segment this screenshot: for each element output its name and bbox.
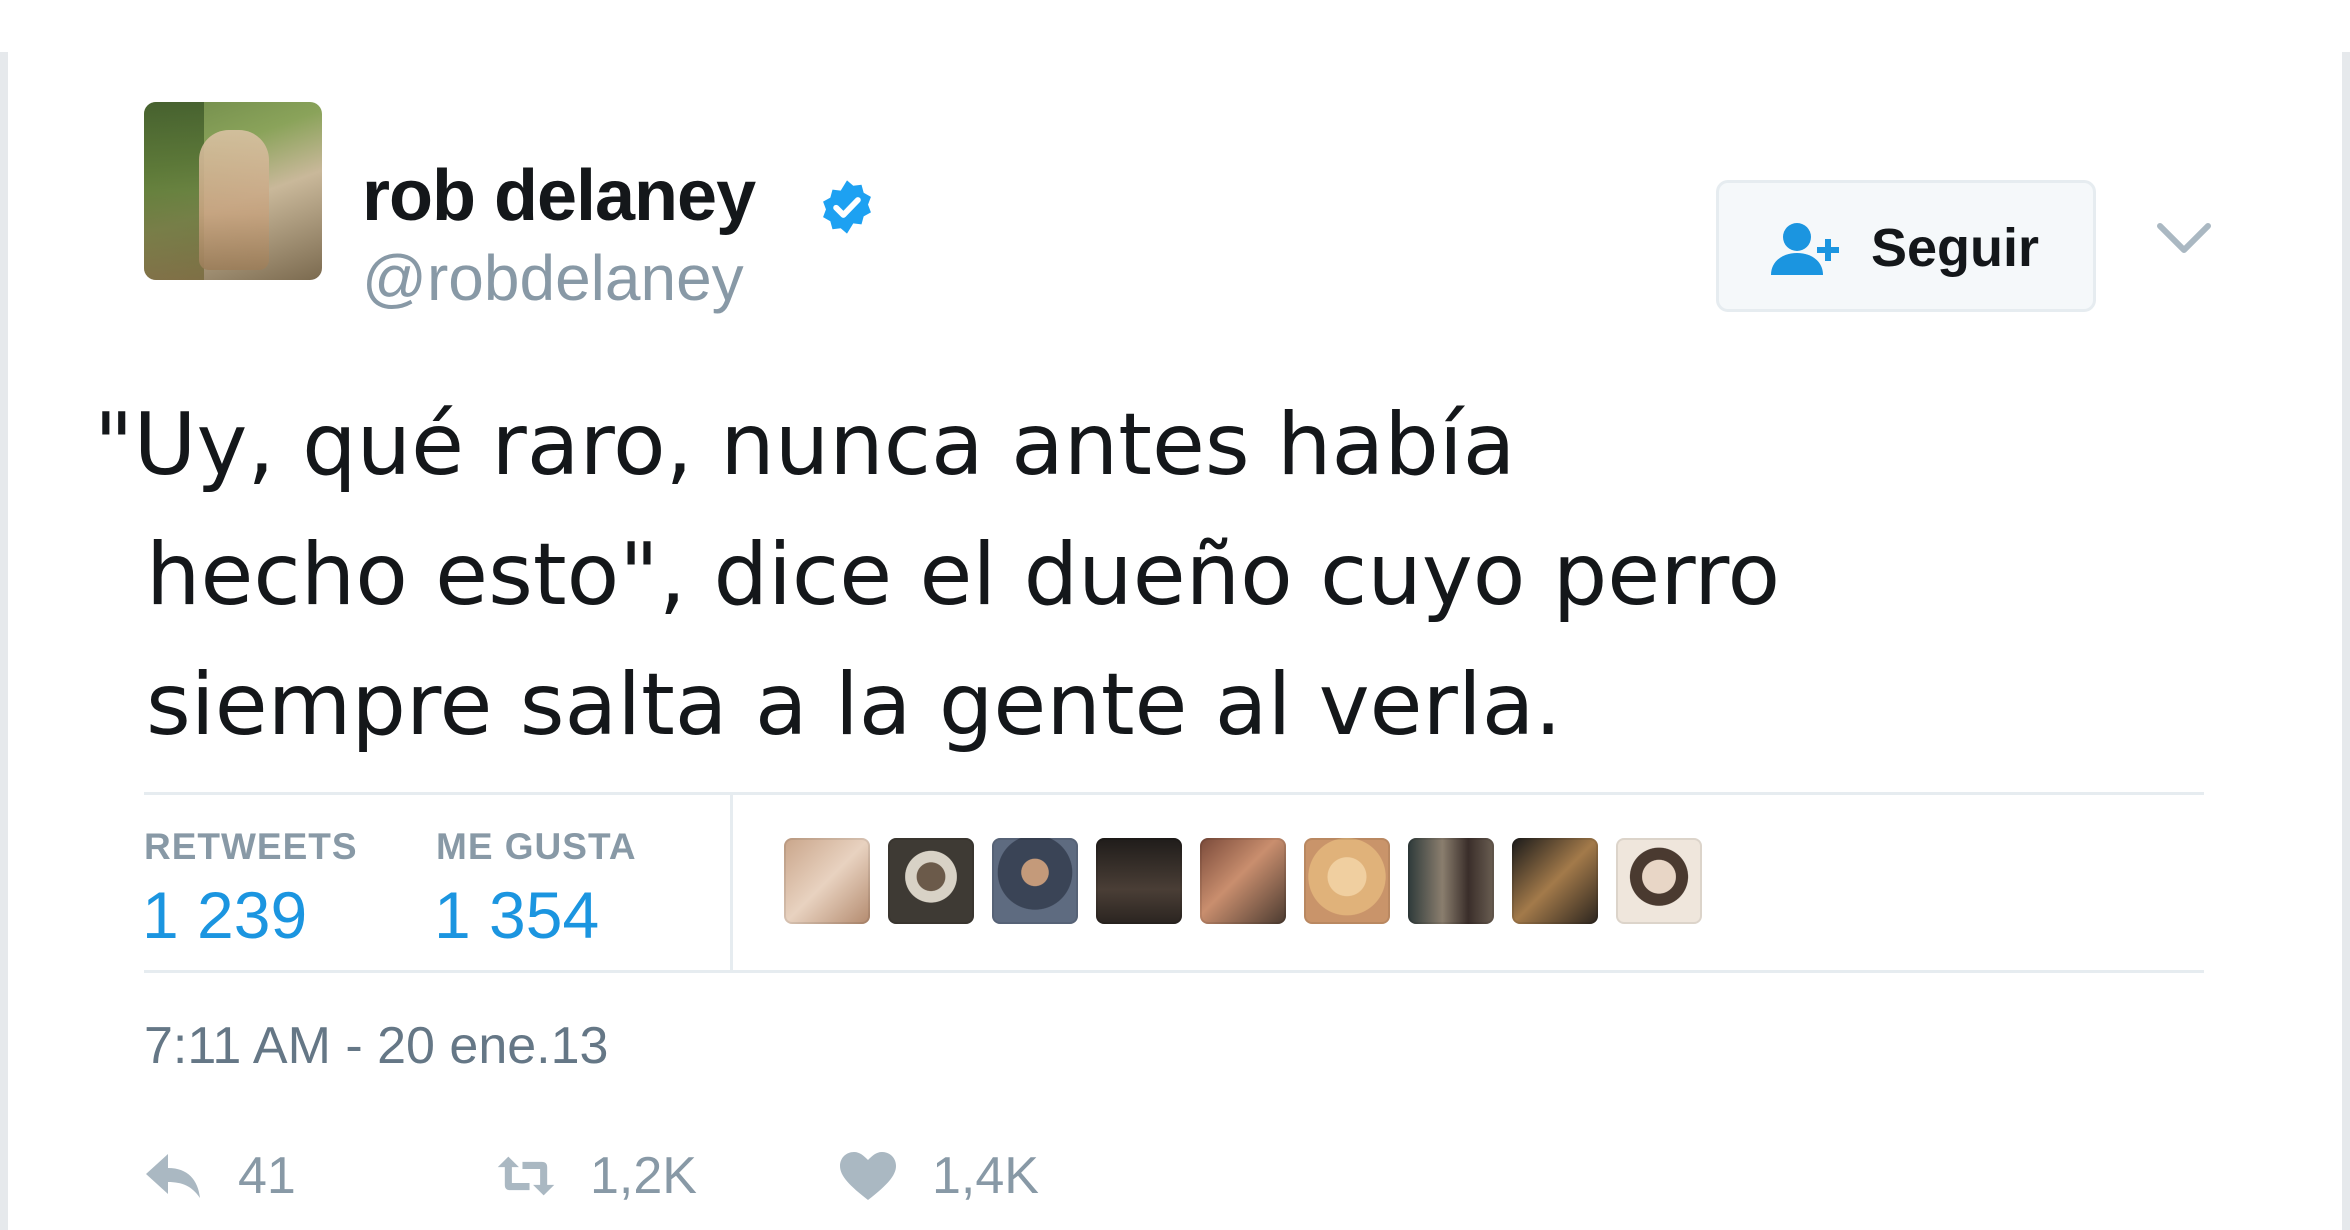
retweets-label[interactable]: RETWEETS [144,828,358,865]
liker-avatar[interactable] [1512,838,1598,924]
follow-label: Seguir [1871,218,2040,278]
liker-avatar[interactable] [1200,838,1286,924]
liker-avatar[interactable] [784,838,870,924]
liker-avatar[interactable] [992,838,1078,924]
liker-avatar[interactable] [1304,838,1390,924]
author-name[interactable]: rob delaney [362,160,756,232]
tweet-text-line: hecho esto", dice el dueño cuyo perro [146,525,1781,625]
reply-count: 41 [238,1147,296,1205]
reply-icon [146,1154,200,1198]
likes-label[interactable]: ME GUSTA [436,828,637,865]
tweet-text-line: siempre salta a la gente al verla. [146,655,1562,755]
retweet-count: 1,2K [590,1147,697,1205]
add-user-icon [1771,223,1839,275]
like-action[interactable]: 1,4K [838,1148,1039,1204]
previous-card-edge [0,0,2350,60]
liker-avatar[interactable] [1616,838,1702,924]
liker-avatar[interactable] [1408,838,1494,924]
reply-action[interactable]: 41 [144,1148,296,1204]
tweet-timestamp[interactable]: 7:11 AM - 20 ene.13 [144,1020,608,1072]
follow-button[interactable]: Seguir [1716,180,2096,312]
stats-top-divider [144,792,2204,795]
liker-avatars [784,838,1702,926]
tweet-text-line: "Uy, qué raro, nunca antes había [94,395,1516,495]
like-count: 1,4K [932,1147,1039,1205]
liker-avatar[interactable] [1096,838,1182,924]
stats-separator [730,795,733,970]
tweet-text: "Uy, qué raro, nunca antes había hecho e… [94,380,2094,770]
liker-avatar[interactable] [888,838,974,924]
avatar-figure [199,130,269,270]
retweets-count[interactable]: 1 239 [142,882,307,948]
likes-count[interactable]: 1 354 [434,882,599,948]
chevron-down-icon[interactable] [2156,220,2212,260]
avatar-background [144,102,204,280]
heart-icon [840,1152,896,1200]
retweet-action[interactable]: 1,2K [496,1148,697,1204]
avatar[interactable] [144,102,322,280]
retweet-icon [497,1156,555,1196]
verified-badge-icon [823,180,871,234]
author-handle[interactable]: @robdelaney [362,246,744,310]
stats-bottom-divider [144,970,2204,973]
